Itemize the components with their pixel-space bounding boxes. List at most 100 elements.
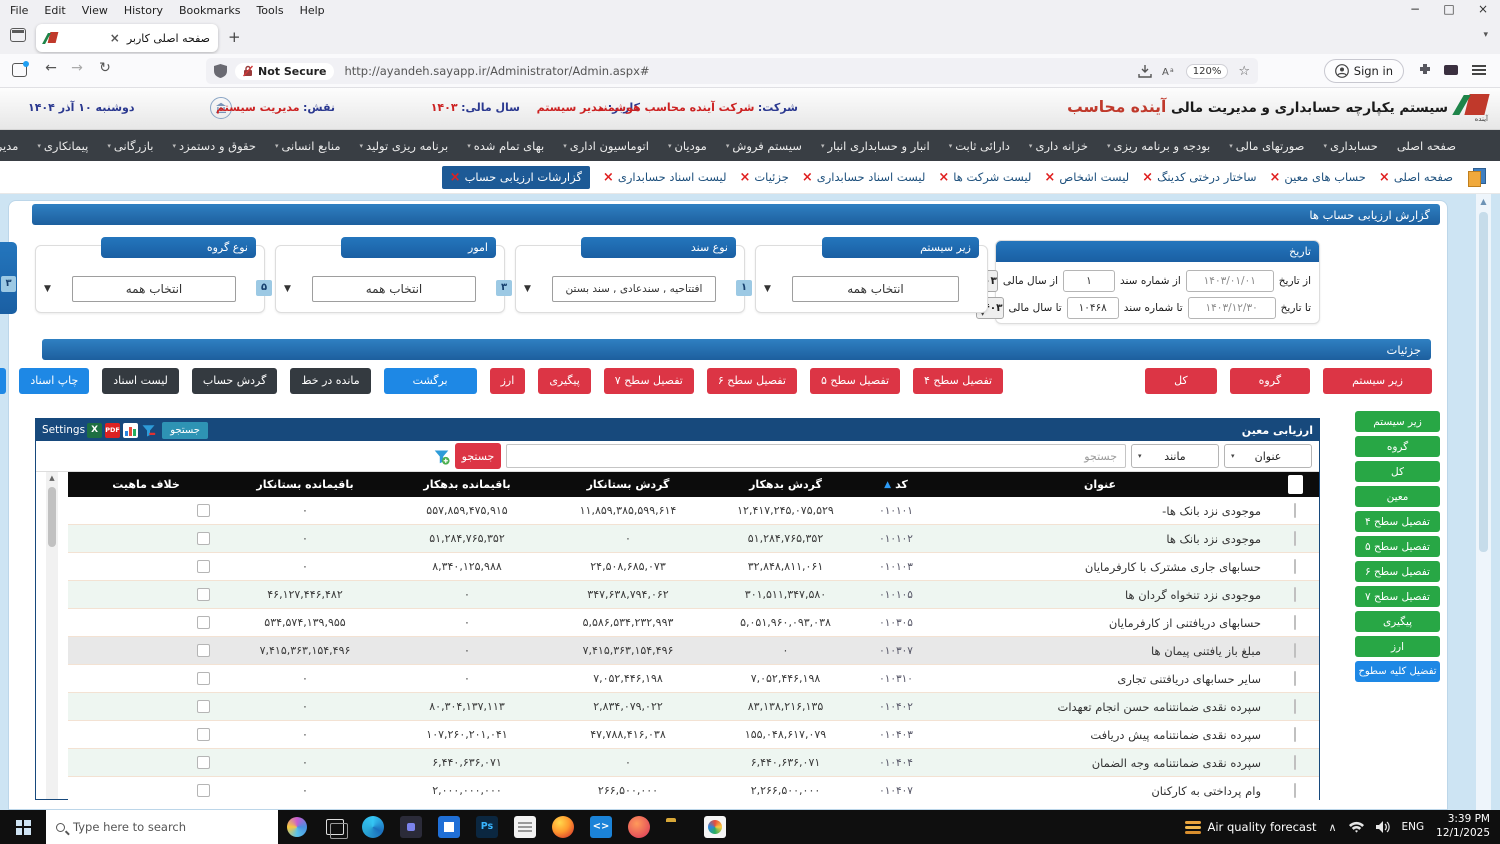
url-text[interactable]: http://ayandeh.sayapp.ir/Administrator/A… <box>344 64 1137 78</box>
column-header-credit[interactable]: گردش بستانکار <box>548 472 708 497</box>
shield-icon[interactable] <box>214 64 227 78</box>
action-button[interactable]: گردش حساب <box>192 368 277 394</box>
side-level-button[interactable]: زیر سیستم <box>1355 411 1440 432</box>
scroll-up-icon[interactable]: ▲ <box>1476 194 1491 209</box>
list-all-tabs-icon[interactable]: ▾ <box>1483 30 1488 40</box>
table-row[interactable]: سایر حسابهای دریافتنی تجاری۰۱۰۳۱۰۷,۰۵۲,۴… <box>68 665 1319 693</box>
column-header-debit[interactable]: گردش بدهکار <box>708 472 863 497</box>
nav-item[interactable]: اتوماسیون اداری▾ <box>563 139 649 153</box>
contra-nature-checkbox[interactable] <box>197 784 210 797</box>
page-tab[interactable]: گزارشات ارزیابی حساب× <box>442 166 590 189</box>
contra-nature-checkbox[interactable] <box>197 588 210 601</box>
row-select-checkbox[interactable] <box>1294 559 1296 574</box>
row-select-checkbox[interactable] <box>1294 503 1296 518</box>
documents-stack-icon[interactable] <box>1466 167 1486 187</box>
contra-nature-checkbox[interactable] <box>197 560 210 573</box>
tab-shelf-icon[interactable] <box>10 28 26 42</box>
row-select-checkbox[interactable] <box>1294 671 1296 686</box>
new-tab-button[interactable]: + <box>228 28 241 46</box>
nav-item[interactable]: صورتهای مالی▾ <box>1229 139 1304 153</box>
nav-item[interactable]: برنامه ریزی تولید▾ <box>360 139 449 153</box>
mail-icon[interactable] <box>430 810 468 844</box>
grouptype-select[interactable] <box>72 276 236 302</box>
wifi-icon[interactable] <box>1349 821 1364 833</box>
settings-link[interactable]: Settings <box>42 424 85 436</box>
not-secure-chip[interactable]: Not Secure <box>235 63 334 80</box>
select-all-checkbox[interactable] <box>1288 475 1303 494</box>
browser-menu-item[interactable]: Tools <box>256 4 283 17</box>
row-select-checkbox[interactable] <box>1294 643 1296 658</box>
row-select-cell[interactable] <box>1271 672 1319 685</box>
side-level-button[interactable]: معین <box>1355 486 1440 507</box>
close-tab-icon[interactable]: × <box>450 170 461 185</box>
url-bar[interactable]: Not Secure http://ayandeh.sayapp.ir/Admi… <box>206 58 1258 84</box>
column-header-rem-debit[interactable]: باقیمانده بدهکار <box>386 472 548 497</box>
edge-icon[interactable] <box>354 810 392 844</box>
tray-chevron-icon[interactable]: ∧ <box>1328 821 1336 834</box>
search-operator-select[interactable]: مانند ▾ <box>1131 444 1219 468</box>
table-row[interactable]: سپرده نقدی ضمانتنامه پیش دریافت۰۱۰۴۰۳۱۵۵… <box>68 721 1319 749</box>
minimize-icon[interactable]: − <box>1398 0 1432 20</box>
task-view-icon[interactable] <box>316 810 354 844</box>
close-tab-icon[interactable]: × <box>739 170 750 185</box>
dropdown-arrow-icon[interactable]: ▼ <box>44 284 51 294</box>
row-select-checkbox[interactable] <box>1294 783 1296 798</box>
side-level-button[interactable]: تفصیل سطح ۶ <box>1355 561 1440 582</box>
browser-menu-item[interactable]: History <box>124 4 163 17</box>
table-row[interactable]: موجودی نزد تنخواه گردان ها۰۱۰۱۰۵۳۰۱,۵۱۱,… <box>68 581 1319 609</box>
brave-icon[interactable] <box>620 810 658 844</box>
page-tab[interactable]: ساختار درختی کدینگ× <box>1142 170 1256 185</box>
photoshop-icon[interactable]: Ps <box>468 810 506 844</box>
extensions-icon[interactable] <box>1418 63 1432 77</box>
scroll-thumb[interactable] <box>1479 212 1488 552</box>
to-date-field[interactable] <box>1188 297 1276 319</box>
grid-search-input[interactable] <box>506 444 1126 468</box>
nav-item[interactable]: مودیان▾ <box>668 139 707 153</box>
forward-button[interactable]: → <box>66 60 88 76</box>
cortana-icon[interactable] <box>278 810 316 844</box>
row-select-cell[interactable] <box>1271 644 1319 657</box>
row-select-cell[interactable] <box>1271 756 1319 769</box>
row-select-checkbox[interactable] <box>1294 699 1296 714</box>
filter-add-icon[interactable] <box>433 448 450 465</box>
doctype-select[interactable] <box>552 276 716 302</box>
nav-item[interactable]: حقوق و دستمزد▾ <box>172 139 256 153</box>
weather-widget[interactable]: Air quality forecast <box>1185 820 1317 834</box>
table-row[interactable]: موجودی نزد بانک ها۰۱۰۱۰۲۵۱,۲۸۴,۷۶۵,۳۵۲۰۵… <box>68 525 1319 553</box>
action-button[interactable]: چاپ اسناد <box>19 368 89 394</box>
side-level-button[interactable]: پیگیری <box>1355 611 1440 632</box>
browser-menu-item[interactable]: Bookmarks <box>179 4 240 17</box>
page-zoom-level[interactable]: 120% <box>1186 64 1229 79</box>
reload-button[interactable]: ↻ <box>94 60 116 76</box>
action-button[interactable]: تفصیل سطح ۷ <box>604 368 694 394</box>
column-header-code[interactable]: کد ▲ <box>863 472 929 497</box>
side-level-button[interactable]: تفصیل سطح ۷ <box>1355 586 1440 607</box>
search-submit-button[interactable]: جستجو <box>455 443 501 469</box>
contra-nature-checkbox[interactable] <box>197 700 210 713</box>
contra-nature-checkbox[interactable] <box>197 728 210 741</box>
affairs-select[interactable] <box>312 276 476 302</box>
nav-item[interactable]: بودجه و برنامه ریزی▾ <box>1107 139 1210 153</box>
action-button[interactable]: برگشت <box>384 368 477 394</box>
start-button[interactable] <box>0 810 46 844</box>
close-tab-icon[interactable]: × <box>1269 170 1280 185</box>
notepad-icon[interactable] <box>506 810 544 844</box>
photos-icon[interactable] <box>696 810 734 844</box>
column-header-title[interactable]: عنوان <box>929 472 1271 497</box>
row-select-cell[interactable] <box>1271 784 1319 797</box>
close-tab-icon[interactable]: × <box>802 170 813 185</box>
page-tab[interactable]: صفحه اصلی× <box>1379 170 1453 185</box>
action-button[interactable]: تفصیل سطح ۶ <box>707 368 797 394</box>
action-button[interactable]: مانده در خط <box>290 368 370 394</box>
nav-item[interactable]: خزانه داری▾ <box>1029 139 1088 153</box>
action-button[interactable]: پیگیری <box>538 368 590 394</box>
chart-icon[interactable] <box>123 423 138 438</box>
action-button[interactable]: زیر سیستم <box>1323 368 1432 394</box>
firefox-view-icon[interactable] <box>12 63 27 77</box>
nav-item[interactable]: سیستم فروش▾ <box>726 139 802 153</box>
nav-item[interactable]: حسابداری▾ <box>1323 139 1377 153</box>
from-doc-field[interactable] <box>1063 270 1115 292</box>
page-tab[interactable]: لیست اشخاص× <box>1044 170 1129 185</box>
table-row[interactable]: موجودی نزد بانک ها-۰۱۰۱۰۱۱۲,۴۱۷,۲۴۵,۰۷۵,… <box>68 497 1319 525</box>
action-button[interactable]: ارز <box>490 368 526 394</box>
